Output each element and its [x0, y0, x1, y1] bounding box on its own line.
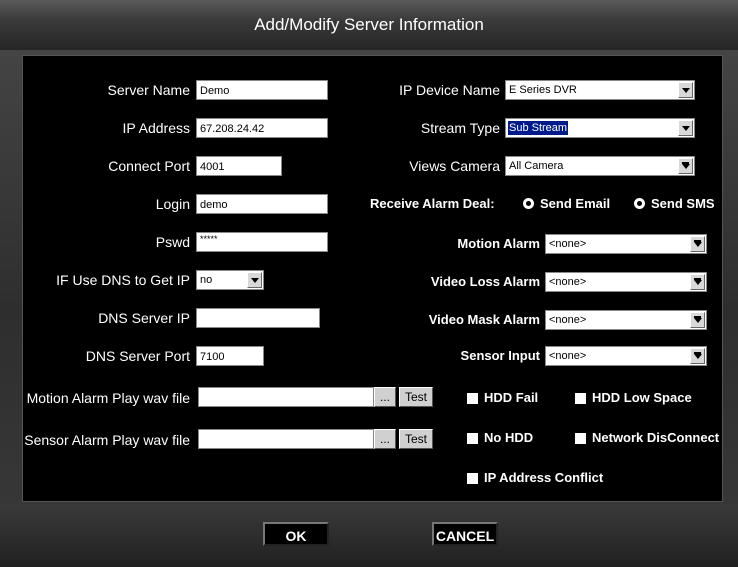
hdd-low-space-label: HDD Low Space: [592, 390, 692, 405]
ip-conflict-label: IP Address Conflict: [484, 470, 604, 485]
motion-wav-label: Motion Alarm Play wav file: [26, 390, 190, 406]
no-hdd-label: No HDD: [484, 430, 534, 445]
server-name-input[interactable]: Demo: [196, 80, 328, 100]
sensor-wav-test-button[interactable]: Test: [399, 429, 433, 449]
dns-server-port-input[interactable]: 7100: [196, 346, 264, 366]
video-mask-alarm-value: <none>: [549, 314, 587, 326]
motion-wav-input[interactable]: [198, 387, 374, 407]
stream-type-select[interactable]: Sub Stream: [505, 118, 695, 138]
motion-wav-test-button[interactable]: Test: [399, 387, 433, 407]
chevron-down-icon[interactable]: [690, 312, 705, 328]
send-email-radio[interactable]: [523, 198, 534, 209]
use-dns-select[interactable]: no: [196, 270, 264, 290]
video-mask-alarm-select[interactable]: <none>: [545, 310, 707, 330]
button-bar: [0, 505, 738, 567]
views-camera-select[interactable]: All Camera: [505, 156, 695, 176]
ip-device-name-label: IP Device Name: [399, 82, 500, 98]
network-disconnect-checkbox[interactable]: [575, 433, 586, 444]
video-mask-alarm-label: Video Mask Alarm: [428, 312, 540, 327]
connect-port-input[interactable]: 4001: [196, 156, 282, 176]
chevron-down-icon[interactable]: [690, 348, 705, 364]
video-loss-alarm-value: <none>: [549, 276, 587, 288]
video-loss-alarm-label: Video Loss Alarm: [430, 274, 540, 289]
receive-alarm-label: Receive Alarm Deal:: [370, 196, 495, 211]
sensor-wav-label: Sensor Alarm Play wav file: [24, 432, 190, 448]
video-loss-alarm-select[interactable]: <none>: [545, 272, 707, 292]
views-camera-label: Views Camera: [409, 158, 500, 174]
use-dns-label: IF Use DNS to Get IP: [56, 272, 190, 288]
chevron-down-icon[interactable]: [690, 274, 705, 290]
ip-address-input[interactable]: 67.208.24.42: [196, 118, 328, 138]
send-sms-label: Send SMS: [651, 196, 715, 211]
login-label: Login: [155, 196, 190, 212]
chevron-down-icon[interactable]: [690, 236, 705, 252]
ok-button[interactable]: OK: [263, 522, 329, 546]
chevron-down-icon[interactable]: [247, 272, 262, 288]
stream-type-value: Sub Stream: [508, 121, 569, 135]
password-label: Pswd: [155, 234, 190, 250]
motion-wav-browse-button[interactable]: ...: [374, 387, 396, 407]
dns-server-port-label: DNS Server Port: [85, 348, 190, 364]
stream-type-label: Stream Type: [420, 120, 500, 136]
cancel-button[interactable]: CANCEL: [432, 522, 498, 546]
network-disconnect-label: Network DisConnect: [592, 430, 720, 445]
connect-port-label: Connect Port: [108, 158, 190, 174]
password-input[interactable]: *****: [196, 232, 328, 252]
motion-alarm-select[interactable]: <none>: [545, 234, 707, 254]
motion-alarm-value: <none>: [549, 238, 587, 250]
sensor-wav-browse-button[interactable]: ...: [374, 429, 396, 449]
send-sms-radio[interactable]: [634, 198, 645, 209]
dns-server-ip-input[interactable]: [196, 308, 320, 328]
server-name-label: Server Name: [107, 82, 190, 98]
dns-server-ip-label: DNS Server IP: [98, 310, 190, 326]
chevron-down-icon[interactable]: [678, 120, 693, 136]
use-dns-value: no: [200, 274, 213, 286]
no-hdd-checkbox[interactable]: [467, 433, 478, 444]
login-input[interactable]: demo: [196, 194, 328, 214]
ip-device-name-select[interactable]: E Series DVR: [505, 80, 695, 100]
chevron-down-icon[interactable]: [678, 82, 693, 98]
send-email-label: Send Email: [540, 196, 611, 211]
sensor-input-label: Sensor Input: [460, 348, 540, 363]
dialog-title: Add/Modify Server Information: [0, 0, 738, 50]
chevron-down-icon[interactable]: [678, 158, 693, 174]
sensor-wav-input[interactable]: [198, 429, 374, 449]
hdd-fail-label: HDD Fail: [484, 390, 539, 405]
motion-alarm-label: Motion Alarm: [457, 236, 540, 251]
ip-address-label: IP Address: [122, 120, 190, 136]
ip-device-name-value: E Series DVR: [509, 84, 577, 96]
views-camera-value: All Camera: [509, 160, 564, 172]
hdd-fail-checkbox[interactable]: [467, 393, 478, 404]
sensor-input-select[interactable]: <none>: [545, 346, 707, 366]
sensor-input-value: <none>: [549, 350, 587, 362]
ip-conflict-checkbox[interactable]: [467, 473, 478, 484]
hdd-low-space-checkbox[interactable]: [575, 393, 586, 404]
